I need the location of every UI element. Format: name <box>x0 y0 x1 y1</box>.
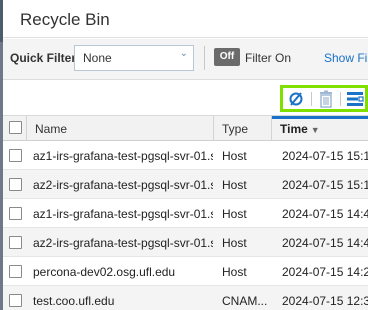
filter-bar: Quick Filter None ⌄ Off Filter On Show F… <box>3 39 368 80</box>
column-header-name[interactable]: Name <box>27 116 214 141</box>
cell-type: CNAM... <box>222 294 268 308</box>
cell-name: az1-irs-grafana-test-pgsql-svr-01.s... <box>33 149 213 163</box>
table-row[interactable]: test.coo.ufl.edu CNAM... 2024-07-15 12:3… <box>3 286 368 310</box>
cell-type: Host <box>222 265 247 279</box>
table-row[interactable]: az1-irs-grafana-test-pgsql-svr-01.s... H… <box>3 199 368 228</box>
column-header-label: Type <box>222 122 249 136</box>
row-checkbox[interactable] <box>9 236 22 249</box>
row-checkbox[interactable] <box>9 207 22 220</box>
cell-type: Host <box>222 236 247 250</box>
column-header-type[interactable]: Type <box>214 116 272 141</box>
cell-type: Host <box>222 178 247 192</box>
toolbar-separator <box>311 92 312 106</box>
column-header-label: Name <box>35 122 68 136</box>
filter-on-label: Filter On <box>245 51 292 65</box>
cell-time: 2024-07-15 15:1... <box>282 149 368 163</box>
cell-time: 2024-07-15 12:3... <box>282 294 368 308</box>
cell-name: test.coo.ufl.edu <box>33 294 115 308</box>
quick-filter-select[interactable]: None ⌄ <box>74 45 194 71</box>
column-header-label: Time <box>280 122 308 136</box>
quick-filter-label: Quick Filter <box>10 51 77 65</box>
cell-time: 2024-07-15 15:1... <box>282 178 368 192</box>
sort-descending-icon: ▼ <box>310 125 320 135</box>
cell-type: Host <box>222 149 247 163</box>
show-filter-link[interactable]: Show Filt <box>324 51 368 65</box>
quick-filter-value: None <box>83 51 112 65</box>
row-checkbox[interactable] <box>9 265 22 278</box>
cell-name: percona-dev02.osg.ufl.edu <box>33 265 176 279</box>
table-row[interactable]: percona-dev02.osg.ufl.edu Host 2024-07-1… <box>3 257 368 286</box>
cell-name: az2-irs-grafana-test-pgsql-svr-01.s... <box>33 236 213 250</box>
cell-type: Host <box>222 207 247 221</box>
row-checkbox[interactable] <box>9 294 22 307</box>
filter-divider <box>204 46 205 70</box>
row-checkbox[interactable] <box>9 178 22 191</box>
columns-icon[interactable] <box>345 90 365 108</box>
dialog-title: Recycle Bin <box>20 10 110 29</box>
cell-time: 2024-07-15 14:4... <box>282 207 368 221</box>
select-all-checkbox[interactable] <box>9 121 22 134</box>
trash-icon[interactable] <box>316 90 336 108</box>
grid-header: Name Type Time ▼ <box>3 115 368 141</box>
chevron-down-icon: ⌄ <box>179 48 188 59</box>
cell-name: az1-irs-grafana-test-pgsql-svr-01.s... <box>33 207 213 221</box>
clear-filter-icon[interactable] <box>286 90 306 108</box>
cell-name: az2-irs-grafana-test-pgsql-svr-01.s... <box>33 178 213 192</box>
table-row[interactable]: az2-irs-grafana-test-pgsql-svr-01.s... H… <box>3 228 368 257</box>
filter-toggle[interactable]: Off <box>214 48 240 66</box>
select-all-header <box>3 116 27 141</box>
toolbar-action-group <box>280 85 368 112</box>
toolbar-separator <box>340 92 341 106</box>
grid-toolbar <box>3 80 368 115</box>
table-row[interactable]: az2-irs-grafana-test-pgsql-svr-01.s... H… <box>3 170 368 199</box>
table-row[interactable]: az1-irs-grafana-test-pgsql-svr-01.s... H… <box>3 141 368 170</box>
row-checkbox[interactable] <box>9 149 22 162</box>
cell-time: 2024-07-15 14:2... <box>282 265 368 279</box>
cell-time: 2024-07-15 14:4... <box>282 236 368 250</box>
column-header-time[interactable]: Time ▼ <box>272 116 368 141</box>
dialog-title-bar: Recycle Bin <box>3 0 368 38</box>
sort-indicator-bar <box>272 116 368 119</box>
